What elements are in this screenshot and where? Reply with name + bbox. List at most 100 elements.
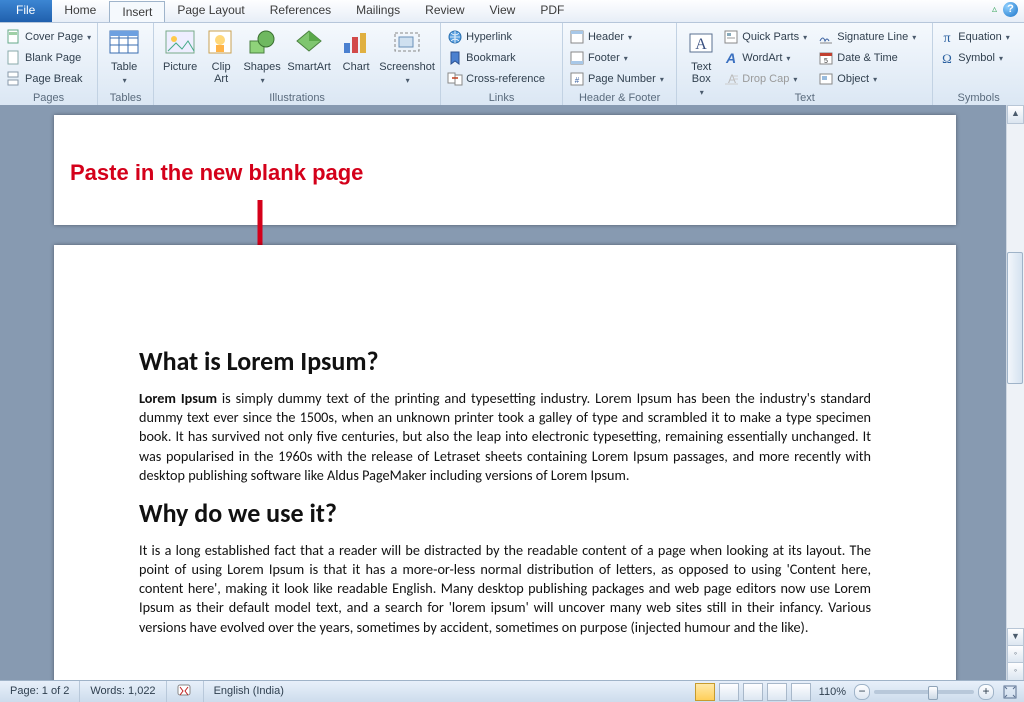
chart-button[interactable]: Chart [334,25,378,87]
help-icon[interactable]: ? [1003,2,1018,17]
drop-cap-button[interactable]: A Drop Cap▾ [721,69,816,89]
symbol-icon: Ω [939,50,955,66]
shapes-label: Shapes [243,61,280,73]
fit-window-icon[interactable] [1002,684,1018,700]
group-hf-title: Header & Footer [563,92,676,104]
group-illustrations: Picture Clip Art Shapes▾ SmartArt Chart … [154,23,441,105]
vertical-scrollbar[interactable]: ▲ ▼ ◦ ◦ [1006,105,1024,681]
screenshot-button[interactable]: Screenshot ▾ [378,25,436,87]
view-print-layout[interactable] [695,683,715,701]
picture-button[interactable]: Picture [158,25,202,87]
proofing-icon [177,683,193,697]
clipart-button[interactable]: Clip Art [202,25,240,87]
zoom-out-button[interactable]: − [854,684,870,700]
tab-home[interactable]: Home [52,0,109,22]
group-header-footer: Header▾ Footer▾ # Page Number▾ Header & … [563,23,677,105]
view-draft[interactable] [791,683,811,701]
tab-references[interactable]: References [258,0,344,22]
page-2[interactable]: What is Lorem Ipsum? Lorem Ipsum is simp… [54,245,956,681]
tab-page-layout[interactable]: Page Layout [165,0,257,22]
dropdown-icon: ▾ [873,75,877,84]
scroll-thumb[interactable] [1007,252,1023,384]
equation-icon: π [939,29,955,45]
date-time-button[interactable]: 5 Date & Time [816,48,928,68]
footer-icon [569,50,585,66]
wordart-button[interactable]: A WordArt▾ [721,48,816,68]
dropdown-icon: ▾ [406,75,410,87]
zoom-thumb[interactable] [928,686,938,700]
symbol-button[interactable]: Ω Symbol▾ [937,48,1020,68]
status-words[interactable]: Words: 1,022 [80,681,166,702]
text-box-button[interactable]: A Text Box▾ [681,25,721,99]
view-full-screen[interactable] [719,683,739,701]
hyperlink-button[interactable]: Hyperlink [445,27,558,47]
cross-ref-label: Cross-reference [466,73,545,85]
equation-label: Equation [958,31,1001,43]
dropdown-icon: ▾ [624,54,628,63]
equation-button[interactable]: π Equation▾ [937,27,1020,47]
status-language[interactable]: English (India) [204,681,294,702]
quick-parts-button[interactable]: Quick Parts▾ [721,27,816,47]
scroll-track[interactable] [1007,122,1024,629]
blank-page-button[interactable]: Blank Page [4,48,93,68]
drop-cap-icon: A [723,71,739,87]
tab-view[interactable]: View [478,0,529,22]
chart-icon [340,27,372,59]
view-web-layout[interactable] [743,683,763,701]
group-tables-title: Tables [98,92,153,104]
minimize-ribbon-icon[interactable]: ▵ [992,4,997,15]
doc-para-1-bold: Lorem Ipsum [139,389,217,407]
table-icon [108,27,140,59]
footer-button[interactable]: Footer▾ [567,48,672,68]
next-page-button[interactable]: ◦ [1007,662,1024,681]
table-button[interactable]: Table ▾ [102,25,146,87]
screenshot-label: Screenshot [379,61,435,73]
group-symbols: π Equation▾ Ω Symbol▾ Symbols [933,23,1024,105]
dropdown-icon: ▾ [660,75,664,84]
shapes-button[interactable]: Shapes ▾ [240,25,284,87]
bookmark-label: Bookmark [466,52,516,64]
bookmark-button[interactable]: Bookmark [445,48,558,68]
shapes-icon [246,27,278,59]
svg-text:#: # [575,76,580,85]
smartart-button[interactable]: SmartArt [284,25,334,87]
tab-pdf[interactable]: PDF [528,0,577,22]
object-button[interactable]: Object▾ [816,69,928,89]
wordart-icon: A [723,50,739,66]
status-page[interactable]: Page: 1 of 2 [0,681,80,702]
cross-reference-button[interactable]: Cross-reference [445,69,558,89]
header-icon [569,29,585,45]
signature-icon [818,29,834,45]
zoom-in-button[interactable]: + [978,684,994,700]
tab-review[interactable]: Review [413,0,477,22]
hyperlink-icon [447,29,463,45]
header-button[interactable]: Header▾ [567,27,672,47]
status-proofing[interactable] [167,681,204,702]
dropdown-icon: ▾ [123,75,127,87]
drop-cap-label: Drop Cap [742,73,789,85]
dropdown-icon: ▾ [912,33,916,42]
tab-file[interactable]: File [0,0,52,22]
page-break-button[interactable]: Page Break [4,69,93,89]
view-outline[interactable] [767,683,787,701]
tab-bar: File Home Insert Page Layout References … [0,0,1024,23]
cover-page-button[interactable]: Cover Page▾ [4,27,93,47]
ribbon-insert: Cover Page▾ Blank Page Page Break Pages … [0,23,1024,106]
table-label: Table [111,61,137,73]
zoom-slider[interactable] [874,690,974,694]
signature-line-button[interactable]: Signature Line▾ [816,27,928,47]
zoom-percent[interactable]: 110% [819,686,846,698]
quick-parts-label: Quick Parts [742,31,799,43]
svg-text:Ω: Ω [942,51,952,66]
document-area[interactable]: Paste in the new blank page What is Lore… [0,105,1024,681]
date-time-label: Date & Time [837,52,898,64]
tab-mailings[interactable]: Mailings [344,0,413,22]
page-number-button[interactable]: # Page Number▾ [567,69,672,89]
cover-page-label: Cover Page [25,31,83,43]
svg-text:5: 5 [824,58,828,65]
bookmark-icon [447,50,463,66]
tab-insert[interactable]: Insert [109,1,165,22]
doc-heading-1: What is Lorem Ipsum? [139,345,871,377]
dropdown-icon: ▾ [261,75,265,87]
group-symbols-title: Symbols [933,92,1024,104]
